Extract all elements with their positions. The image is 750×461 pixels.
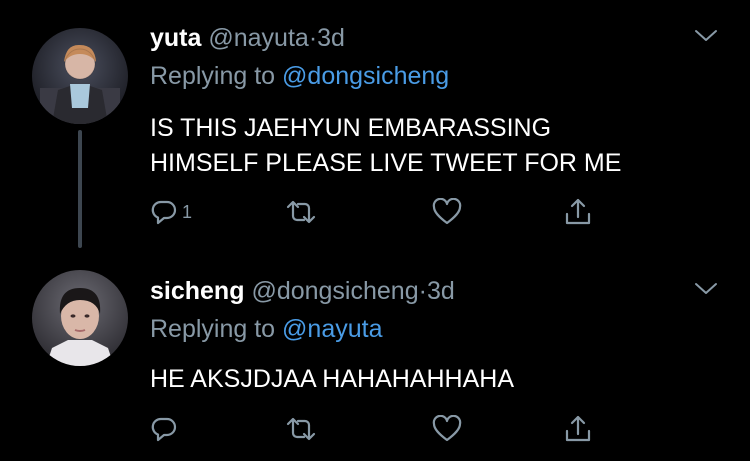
avatar[interactable] [32,270,128,366]
reply-button[interactable] [150,414,182,444]
heart-icon [432,198,462,226]
chevron-down-icon[interactable] [694,24,718,48]
tweet-text-line: HE AKSJDJAA HAHAHAHHAHA [150,365,514,393]
tweet-actions: 1 [150,197,610,227]
retweet-button[interactable] [284,197,318,227]
share-icon [564,414,592,444]
like-button[interactable] [432,414,462,444]
separator-dot: · [418,277,427,305]
thread-connector [78,130,82,248]
tweet-text-line: IS THIS JAEHYUN EMBARASSING [150,114,552,142]
mention-link[interactable]: @dongsicheng [282,62,449,90]
tweet-text: HE AKSJDJAA HAHAHAHHAHA [150,362,710,397]
like-button[interactable] [432,197,462,227]
reply-count: 1 [182,201,193,222]
separator-dot: · [308,24,318,52]
share-icon [564,197,592,227]
avatar[interactable] [32,28,128,124]
tweet-text: IS THIS JAEHYUN EMBARASSING HIMSELF PLEA… [150,111,710,181]
heart-icon [432,415,462,443]
reply-icon [150,415,178,443]
user-handle[interactable]: @dongsicheng [251,277,418,305]
share-button[interactable] [564,197,592,227]
tweet-text-line: HIMSELF PLEASE LIVE TWEET FOR ME [150,149,622,177]
tweet[interactable]: sicheng @dongsicheng·3d Replying to @nay… [0,255,750,461]
timestamp[interactable]: 3d [427,277,455,305]
display-name[interactable]: yuta [150,24,201,52]
replying-to: Replying to @dongsicheng [150,61,449,91]
user-handle[interactable]: @nayuta [208,24,308,52]
tweet-header: yuta @nayuta·3d [150,23,345,53]
display-name[interactable]: sicheng [150,277,244,305]
reply-button[interactable]: 1 [150,197,192,227]
chevron-down-icon[interactable] [694,277,718,301]
retweet-icon [284,198,318,226]
retweet-icon [284,415,318,443]
tweet-actions [150,414,610,444]
replying-to: Replying to @nayuta [150,314,382,344]
retweet-button[interactable] [284,414,318,444]
mention-link[interactable]: @nayuta [282,315,382,343]
tweet[interactable]: yuta @nayuta·3d Replying to @dongsicheng… [0,0,750,255]
replying-to-label: Replying to [150,62,276,90]
reply-icon [150,198,178,226]
timestamp[interactable]: 3d [317,24,345,52]
share-button[interactable] [564,414,592,444]
tweet-header: sicheng @dongsicheng·3d [150,276,455,306]
replying-to-label: Replying to [150,315,276,343]
